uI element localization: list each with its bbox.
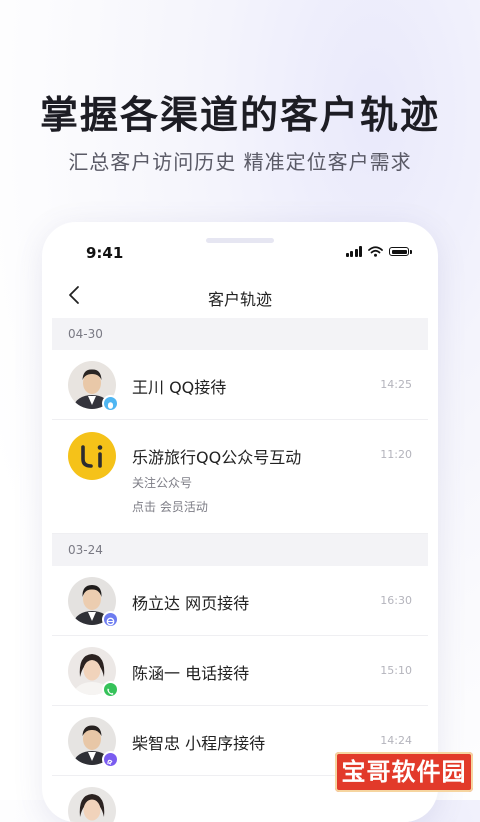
qq-icon: [102, 395, 119, 412]
list-item[interactable]: 陈涵一 电话接待 15:10: [52, 636, 428, 706]
nav-bar: 客户轨迹: [42, 276, 438, 316]
list-item[interactable]: 王川 QQ接待 14:25: [52, 350, 428, 420]
wifi-icon: [368, 246, 383, 257]
phone-speaker: [206, 238, 274, 243]
promo-headline: 掌握各渠道的客户轨迹: [39, 93, 440, 137]
list-item[interactable]: 乐游旅行QQ公众号互动 关注公众号 点击 会员活动 11:20: [52, 420, 428, 534]
web-icon: [102, 611, 119, 628]
mini-program-icon: [102, 751, 119, 768]
phone-mockup: 9:41 客户轨迹 04-30 王川 QQ接待 14:25 乐游旅行QQ公众号互…: [42, 222, 438, 822]
track-list: 04-30 王川 QQ接待 14:25 乐游旅行QQ公众号互动 关注公众号 点击…: [52, 318, 428, 822]
section-date-header: 04-30: [52, 318, 428, 350]
item-title: 乐游旅行QQ公众号互动: [132, 448, 302, 467]
promo-subline: 汇总客户访问历史 精准定位客户需求: [68, 150, 412, 174]
avatar: [68, 787, 116, 822]
item-subtitle: 点击 会员活动: [132, 500, 208, 514]
item-subtitle: 关注公众号: [132, 476, 193, 490]
item-title: 王川 QQ接待: [132, 378, 227, 397]
item-time: 14:24: [380, 734, 412, 747]
item-title: 杨立达 网页接待: [132, 594, 250, 613]
status-time: 9:41: [86, 244, 124, 262]
signal-icon: [345, 246, 362, 257]
item-time: 14:25: [380, 378, 412, 391]
list-item[interactable]: 杨立达 网页接待 16:30: [52, 566, 428, 636]
item-time: 11:20: [380, 448, 412, 461]
item-title: 陈涵一 电话接待: [132, 664, 250, 683]
item-time: 16:30: [380, 594, 412, 607]
phone-icon: [102, 681, 119, 698]
item-title: 柴智忠 小程序接待: [132, 734, 266, 753]
item-time: 15:10: [380, 664, 412, 677]
status-icons: [345, 246, 412, 257]
watermark-logo: 宝哥软件园: [335, 752, 473, 792]
brand-logo-avatar: [68, 432, 116, 480]
section-date-header: 03-24: [52, 534, 428, 566]
page-title: 客户轨迹: [207, 290, 272, 309]
battery-icon: [389, 247, 409, 256]
